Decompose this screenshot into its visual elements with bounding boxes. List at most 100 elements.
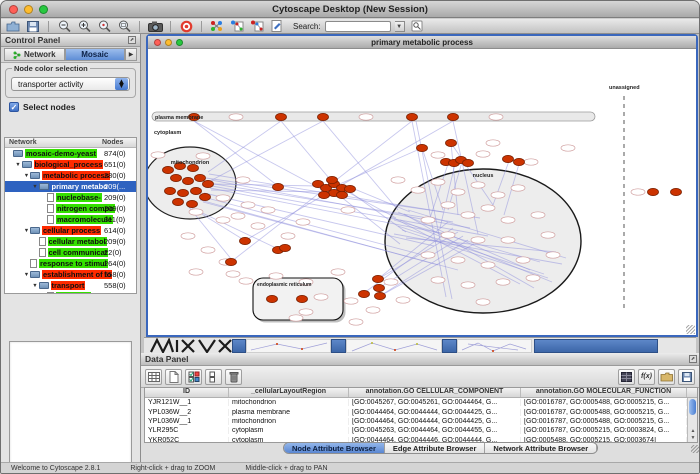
tab-mosaic[interactable]: Mosaic: [65, 48, 126, 61]
node-label-oval[interactable]: [451, 189, 465, 195]
network-node[interactable]: [165, 187, 176, 194]
node-label-oval[interactable]: [359, 114, 373, 120]
column-header[interactable]: annotation.GO MOLECULAR_FUNCTION: [521, 388, 687, 397]
node-label-oval[interactable]: [241, 202, 255, 208]
tree-row[interactable]: mosaic-demo-yeast874(0): [5, 148, 136, 159]
save-icon[interactable]: [25, 20, 41, 33]
node-label-oval[interactable]: [476, 151, 490, 157]
node-label-oval[interactable]: [451, 257, 465, 263]
network-node[interactable]: [417, 144, 428, 151]
network-node[interactable]: [463, 159, 474, 166]
open-icon[interactable]: [5, 20, 21, 33]
layout-network-icon[interactable]: [209, 20, 225, 33]
node-label-oval[interactable]: [366, 307, 380, 313]
node-label-oval[interactable]: [421, 217, 435, 223]
node-label-oval[interactable]: [196, 153, 210, 159]
node-label-oval[interactable]: [296, 219, 310, 225]
network-node[interactable]: [191, 187, 202, 194]
unselect-attributes-icon[interactable]: [205, 369, 222, 385]
node-label-oval[interactable]: [481, 262, 495, 268]
save-attributes-icon[interactable]: [678, 369, 695, 385]
float-panel-icon[interactable]: ⬈: [689, 355, 697, 363]
node-label-oval[interactable]: [384, 279, 398, 285]
node-label-oval[interactable]: [501, 237, 515, 243]
expand-triangle-icon[interactable]: ▼: [32, 283, 39, 289]
node-label-oval[interactable]: [189, 209, 203, 215]
node-label-oval[interactable]: [546, 252, 560, 258]
tree-row[interactable]: macromolecule311(0): [5, 214, 136, 225]
color-attribute-select[interactable]: transporter activity ▲▼: [11, 77, 130, 91]
tab-edge-attribute-browser[interactable]: Edge Attribute Browser: [385, 443, 485, 453]
attribute-table-icon[interactable]: [145, 369, 162, 385]
node-label-oval[interactable]: [441, 202, 455, 208]
select-attributes-icon[interactable]: [185, 369, 202, 385]
node-label-oval[interactable]: [431, 277, 445, 283]
network-node[interactable]: [226, 258, 237, 265]
attribute-table-header[interactable]: ID_cellularLayoutRegionannotation.GO CEL…: [145, 388, 697, 398]
network-node[interactable]: [327, 176, 338, 183]
tab-network-attribute-browser[interactable]: Network Attribute Browser: [485, 443, 597, 453]
node-label-oval[interactable]: [396, 297, 410, 303]
node-label-oval[interactable]: [489, 114, 503, 120]
node-label-oval[interactable]: [314, 294, 328, 300]
node-label-oval[interactable]: [344, 298, 358, 304]
zoom-fit-icon[interactable]: [116, 20, 132, 33]
node-label-oval[interactable]: [341, 207, 355, 213]
node-label-oval[interactable]: [281, 233, 295, 239]
network-node[interactable]: [195, 174, 206, 181]
column-header[interactable]: _cellularLayoutRegion: [229, 388, 349, 397]
matrix-icon[interactable]: [618, 369, 635, 385]
network-node[interactable]: [319, 191, 330, 198]
expand-triangle-icon[interactable]: ▼: [23, 173, 30, 179]
node-label-oval[interactable]: [476, 299, 490, 305]
table-cell[interactable]: YJR121W__1: [145, 399, 229, 406]
node-label-oval[interactable]: [471, 182, 485, 188]
table-cell[interactable]: plasma membrane: [229, 409, 349, 416]
network-node[interactable]: [178, 189, 189, 196]
table-cell[interactable]: cytoplasm: [229, 427, 349, 434]
network-window-titlebar[interactable]: primary metabolic process: [148, 36, 696, 49]
node-label-oval[interactable]: [299, 309, 313, 315]
table-cell[interactable]: mitochondrion: [229, 399, 349, 406]
import-attributes-icon[interactable]: [658, 369, 675, 385]
new-attribute-icon[interactable]: [165, 369, 182, 385]
network-edge[interactable]: [326, 148, 422, 190]
zoom-in-icon[interactable]: [76, 20, 92, 33]
network-node[interactable]: [276, 113, 287, 120]
node-label-oval[interactable]: [226, 271, 240, 277]
network-node[interactable]: [359, 290, 370, 297]
network-edge[interactable]: [281, 121, 334, 184]
node-label-oval[interactable]: [391, 177, 405, 183]
network-node[interactable]: [240, 237, 251, 244]
network-node[interactable]: [273, 183, 284, 190]
zoom-out-icon[interactable]: [56, 20, 72, 33]
node-label-oval[interactable]: [181, 233, 195, 239]
network-node[interactable]: [337, 191, 348, 198]
table-row[interactable]: YPL036W__1mitochondrion[GO:0044464, GO:0…: [145, 417, 697, 426]
tree-row[interactable]: ▼establishment of lo558(0): [5, 269, 136, 280]
column-header[interactable]: annotation.GO CELLULAR_COMPONENT: [349, 388, 521, 397]
help-lifesaver-icon[interactable]: [178, 20, 194, 33]
expand-triangle-icon[interactable]: ▼: [23, 228, 30, 234]
node-label-oval[interactable]: [289, 315, 303, 321]
network-node[interactable]: [503, 155, 514, 162]
table-cell[interactable]: YPL036W__1: [145, 418, 229, 425]
node-label-oval[interactable]: [496, 279, 510, 285]
tab-network[interactable]: Network: [4, 48, 65, 61]
node-label-oval[interactable]: [269, 273, 283, 279]
node-label-oval[interactable]: [461, 282, 475, 288]
node-label-oval[interactable]: [526, 275, 540, 281]
node-label-oval[interactable]: [471, 237, 485, 243]
table-row[interactable]: YLR295Ccytoplasm[GO:0045263, GO:0044464,…: [145, 426, 697, 435]
node-label-oval[interactable]: [189, 269, 203, 275]
background-window-fragment[interactable]: [232, 339, 246, 353]
network-node[interactable]: [173, 198, 184, 205]
network-node[interactable]: [163, 166, 174, 173]
node-label-oval[interactable]: [431, 152, 445, 158]
annotation-icon[interactable]: [269, 20, 285, 33]
network-node[interactable]: [514, 158, 525, 165]
table-cell[interactable]: [GO:0045263, GO:0044464, GO:0044455, G..…: [349, 427, 521, 434]
network-node[interactable]: [446, 139, 457, 146]
create-view-icon[interactable]: [229, 20, 245, 33]
node-label-oval[interactable]: [486, 140, 500, 146]
